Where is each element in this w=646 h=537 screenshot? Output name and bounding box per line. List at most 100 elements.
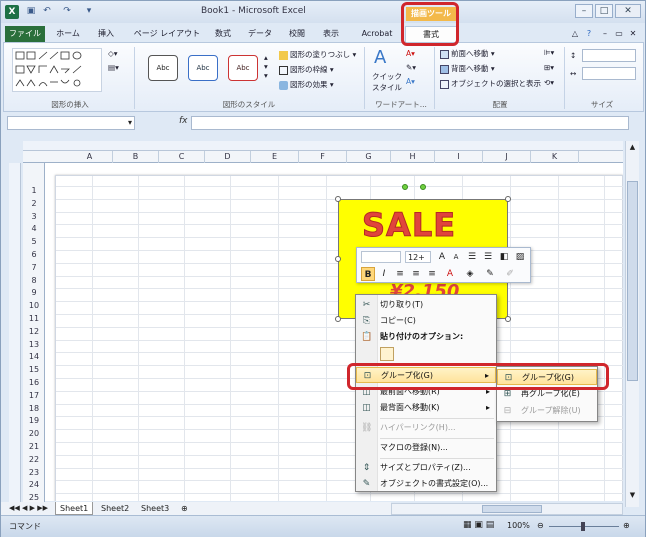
style-gallery-more-icon[interactable]: ▴ ▾ ▾ [264,53,268,80]
row-header[interactable]: 13 [23,339,45,352]
selection-pane-button[interactable]: オブジェクトの選択と表示 [440,78,541,89]
zoom-level[interactable]: 100% [507,521,530,530]
column-header[interactable]: J [483,151,531,163]
bold-button[interactable]: B [361,267,375,281]
text-outline-icon[interactable]: ✎▾ [406,63,416,72]
menu-item-cut[interactable]: ✂ 切り取り(T) [356,297,496,313]
width-input[interactable] [582,67,636,80]
tab-page-layout[interactable]: ページ レイアウト [127,26,207,42]
align-right-icon[interactable]: ≡ [425,267,439,281]
row-header[interactable]: 22 [23,454,45,467]
sale-wordart[interactable]: SALE [361,206,456,245]
row-header[interactable]: 12 [23,326,45,339]
redo-icon[interactable]: ↷ [61,5,73,17]
view-buttons-icon[interactable]: ▦ ▣ ▤ [463,520,494,530]
bullets-icon[interactable]: ☰ [465,250,479,264]
row-header[interactable]: 8 [23,275,45,288]
font-color-icon[interactable]: A [443,267,457,281]
zoom-out-icon[interactable]: ⊖ [537,521,544,530]
resize-handle[interactable] [335,256,341,262]
format-painter-icon[interactable]: ▨ [513,250,527,264]
row-header[interactable]: 6 [23,249,45,262]
row-header[interactable]: 18 [23,403,45,416]
italic-button[interactable]: I [377,267,391,281]
shape-effects-button[interactable]: 図形の効果 ▾ [279,79,334,90]
column-header[interactable]: D [205,151,251,163]
save-icon[interactable]: ▣ [25,5,37,17]
column-header[interactable]: A [67,151,113,163]
menu-item-copy[interactable]: ⎘ コピー(C) [356,313,496,329]
tab-view[interactable]: 表示 [319,26,343,42]
paint-icon[interactable]: ◧ [497,250,511,264]
quick-style-button[interactable]: クイック スタイル [370,71,404,93]
shape-outline-button[interactable]: 図形の枠線 ▾ [279,64,334,75]
row-header[interactable]: 16 [23,377,45,390]
font-name-combo[interactable] [361,251,401,263]
tab-file[interactable]: ファイル [5,26,45,42]
tab-acrobat[interactable]: Acrobat [357,26,397,42]
row-header[interactable]: 10 [23,300,45,313]
tab-data[interactable]: データ [245,26,275,42]
maximize-button[interactable]: □ [595,4,613,18]
name-box-dropdown-icon[interactable]: ▾ [128,118,132,127]
row-header[interactable]: 11 [23,313,45,326]
tab-insert[interactable]: 挿入 [93,26,119,42]
shape-gallery[interactable] [12,48,102,92]
scroll-thumb[interactable] [627,181,638,381]
row-header[interactable]: 24 [23,479,45,492]
name-box[interactable]: ▾ [7,116,135,130]
row-header[interactable]: 2 [23,198,45,211]
row-header[interactable]: 19 [23,415,45,428]
group-objects-icon[interactable]: ⊞▾ [544,63,554,72]
worksheet-area[interactable] [45,163,623,501]
zoom-slider-thumb[interactable] [581,522,585,531]
resize-handle[interactable] [335,196,341,202]
row-header[interactable]: 20 [23,428,45,441]
doc-restore-button[interactable]: ▭ [613,26,625,42]
style-swatch-black[interactable]: Abc [148,55,178,81]
ribbon-collapse-icon[interactable]: △ [569,26,581,42]
shape-fill-button[interactable]: 図形の塗りつぶし ▾ [279,49,356,60]
resize-handle[interactable] [335,316,341,322]
tab-formulas[interactable]: 数式 [211,26,235,42]
column-header[interactable]: E [251,151,299,163]
column-header[interactable]: B [113,151,159,163]
row-header[interactable]: 15 [23,364,45,377]
help-icon[interactable]: ? [583,26,595,42]
resize-handle[interactable] [505,196,511,202]
height-input[interactable] [582,49,636,62]
grow-font-icon[interactable]: A [435,250,449,264]
zoom-in-icon[interactable]: ⊕ [623,521,630,530]
style-swatch-red[interactable]: Abc [228,55,258,81]
tab-review[interactable]: 校閲 [285,26,309,42]
menu-item-assign-macro[interactable]: マクロの登録(N)... [356,440,496,456]
row-header[interactable]: 3 [23,211,45,224]
eraser-icon[interactable]: ✐ [503,267,517,281]
column-header[interactable]: K [531,151,579,163]
minimize-button[interactable]: – [575,4,593,18]
font-size-combo[interactable]: 12+ [405,251,431,263]
rotate-handle[interactable] [420,184,426,190]
textbox-icon[interactable]: ▤▾ [108,63,119,72]
align-icon[interactable]: ⊫▾ [544,48,554,57]
row-header[interactable]: 23 [23,467,45,480]
quick-access-menu-icon[interactable]: ▾ [83,5,95,17]
insert-sheet-icon[interactable]: ⊕ [177,502,192,515]
fill-color-icon[interactable]: ◈ [463,267,477,281]
menu-item-format-object[interactable]: ✎ オブジェクトの書式設定(O)... [356,476,496,492]
fx-icon[interactable]: fx [179,116,188,126]
row-header[interactable]: 14 [23,351,45,364]
sheet-tab-2[interactable]: Sheet2 [97,502,133,515]
row-header[interactable]: 7 [23,262,45,275]
formula-input[interactable] [191,116,629,130]
row-header[interactable]: 4 [23,223,45,236]
close-button[interactable]: ✕ [615,4,641,18]
row-header[interactable]: 1 [23,185,45,198]
align-center-icon[interactable]: ≡ [409,267,423,281]
doc-minimize-button[interactable]: – [599,26,611,42]
bring-front-button[interactable]: 前面へ移動 ▾ [440,48,495,59]
row-header[interactable]: 21 [23,441,45,454]
column-header[interactable]: I [435,151,483,163]
vertical-scrollbar[interactable]: ▲ ▼ [625,141,639,507]
send-back-button[interactable]: 背面へ移動 ▾ [440,63,495,74]
